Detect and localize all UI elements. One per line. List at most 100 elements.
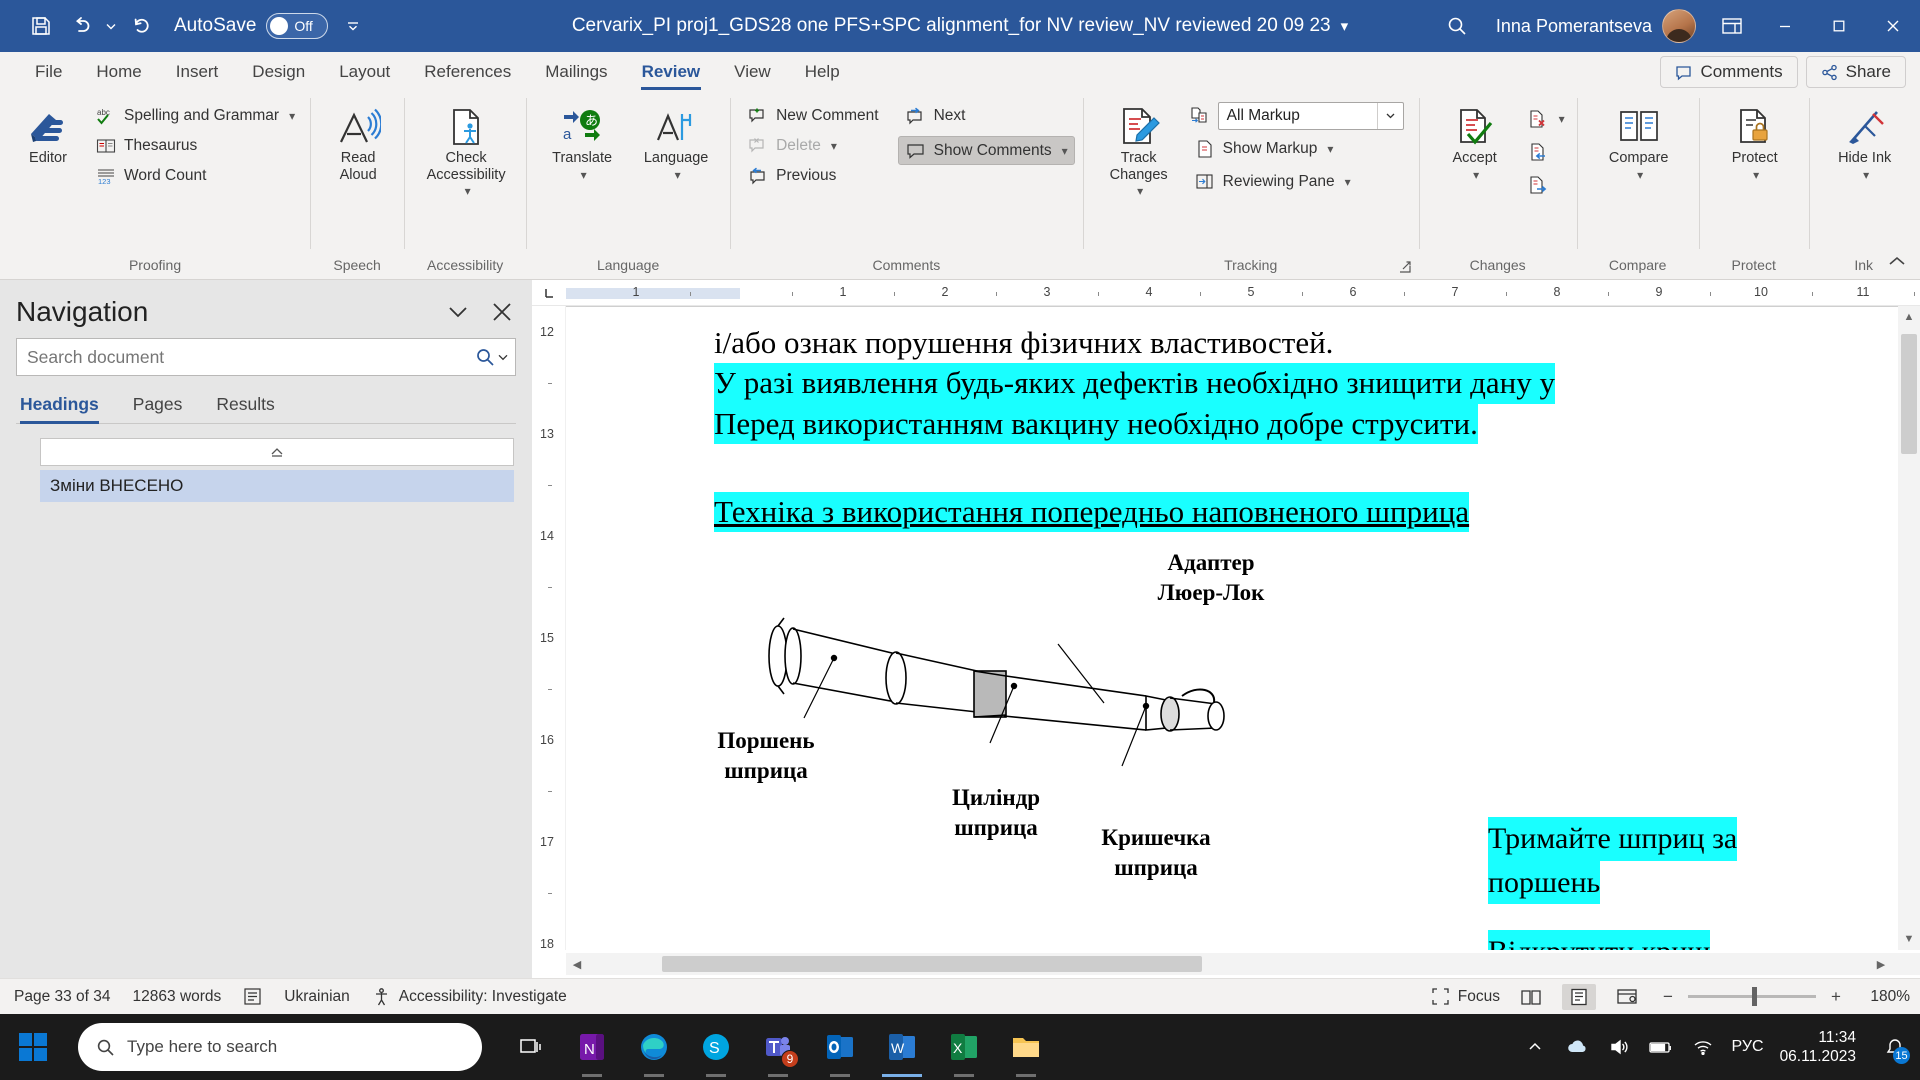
- hide-ink-button[interactable]: Hide Ink ▾: [1819, 98, 1911, 186]
- taskbar-search[interactable]: Type here to search: [78, 1023, 482, 1071]
- search-input[interactable]: [27, 347, 475, 368]
- file-explorer-icon[interactable]: [998, 1017, 1054, 1077]
- excel-icon[interactable]: X: [936, 1017, 992, 1077]
- reviewing-pane-button[interactable]: Reviewing Pane ▾: [1187, 167, 1411, 196]
- vertical-scrollbar[interactable]: ▲ ▼: [1898, 306, 1920, 950]
- skype-icon[interactable]: S: [688, 1017, 744, 1077]
- document-text-block[interactable]: і/або ознак порушення фізичних властивос…: [566, 323, 1898, 532]
- proofing-status[interactable]: [243, 987, 262, 1006]
- undo-dropdown-icon[interactable]: [102, 7, 120, 45]
- account-button[interactable]: Inna Pomerantseva: [1480, 9, 1706, 43]
- scroll-up-icon[interactable]: ▲: [1898, 306, 1920, 328]
- zoom-out-button[interactable]: −: [1658, 987, 1678, 1007]
- ruler-track[interactable]: 1 1 2 3 4 5 6 7 8 9 10 11: [566, 285, 1920, 301]
- read-aloud-button[interactable]: Read Aloud: [320, 98, 396, 187]
- tab-review[interactable]: Review: [625, 54, 718, 90]
- vertical-ruler[interactable]: 12 13 14 15 16 17 18: [532, 306, 566, 950]
- zoom-slider[interactable]: − +: [1658, 987, 1846, 1007]
- scroll-left-icon[interactable]: ◀: [566, 953, 588, 975]
- save-icon[interactable]: [22, 7, 60, 45]
- battery-icon[interactable]: [1648, 1034, 1674, 1060]
- word-count-status[interactable]: 12863 words: [133, 988, 222, 1006]
- edge-icon[interactable]: [626, 1017, 682, 1077]
- navigation-close-icon[interactable]: [488, 298, 516, 326]
- close-button[interactable]: [1866, 0, 1920, 52]
- comments-button[interactable]: Comments: [1660, 56, 1797, 88]
- horizontal-ruler[interactable]: 1 1 2 3 4 5 6 7 8 9 10 11: [532, 280, 1920, 306]
- wifi-icon[interactable]: [1690, 1034, 1716, 1060]
- chevron-down-icon[interactable]: ▾: [1327, 142, 1333, 156]
- nav-tab-pages[interactable]: Pages: [133, 394, 183, 423]
- navigation-options-chevron-icon[interactable]: [444, 298, 472, 326]
- tab-selector-icon[interactable]: [532, 280, 566, 306]
- tab-insert[interactable]: Insert: [159, 54, 236, 90]
- vscroll-track[interactable]: [1898, 328, 1920, 928]
- title-chevron-down-icon[interactable]: ▾: [1341, 17, 1349, 35]
- language-status[interactable]: Ukrainian: [284, 988, 349, 1006]
- clock[interactable]: 11:34 06.11.2023: [1780, 1028, 1860, 1067]
- nav-heading-item[interactable]: Зміни ВНЕСЕНО: [40, 470, 514, 502]
- horizontal-scrollbar[interactable]: ◀ ▶: [566, 953, 1920, 975]
- minimize-button[interactable]: [1758, 0, 1812, 52]
- chevron-down-icon[interactable]: ▾: [1137, 185, 1143, 199]
- onedrive-icon[interactable]: [1564, 1034, 1590, 1060]
- tab-file[interactable]: File: [18, 54, 79, 90]
- chevron-down-icon[interactable]: ▾: [1345, 175, 1351, 189]
- language-button[interactable]: Language ▾: [630, 98, 722, 186]
- tab-view[interactable]: View: [717, 54, 788, 90]
- chevron-down-icon[interactable]: ▾: [1863, 169, 1869, 183]
- collapse-ribbon-icon[interactable]: [1884, 251, 1910, 273]
- thesaurus-button[interactable]: Thesaurus: [88, 131, 302, 160]
- show-markup-button[interactable]: Show Markup ▾: [1187, 134, 1411, 163]
- next-comment-button[interactable]: Next: [898, 101, 1075, 130]
- delete-comment-button[interactable]: Delete ▾: [740, 131, 886, 160]
- show-comments-button[interactable]: Show Comments ▾: [898, 136, 1075, 165]
- tab-design[interactable]: Design: [235, 54, 322, 90]
- word-icon[interactable]: W: [874, 1017, 930, 1077]
- reject-button[interactable]: ▾: [1523, 104, 1569, 133]
- chevron-down-icon[interactable]: ▾: [581, 169, 587, 183]
- page-number-status[interactable]: Page 33 of 34: [14, 988, 111, 1006]
- previous-change-button[interactable]: [1523, 137, 1569, 166]
- zoom-knob[interactable]: [1752, 987, 1757, 1006]
- markup-display-combo[interactable]: All Markup: [1218, 102, 1404, 130]
- document-page[interactable]: і/або ознак порушення фізичних властивос…: [566, 306, 1898, 950]
- navigation-search[interactable]: [16, 338, 516, 376]
- translate-button[interactable]: a あ Translate ▾: [536, 98, 628, 186]
- track-changes-button[interactable]: Track Changes ▾: [1093, 98, 1185, 203]
- tab-layout[interactable]: Layout: [322, 54, 407, 90]
- ribbon-display-options-icon[interactable]: [1706, 3, 1758, 49]
- undo-icon[interactable]: [62, 7, 100, 45]
- spelling-and-grammar-button[interactable]: abc Spelling and Grammar ▾: [88, 101, 302, 130]
- tracking-dialog-launcher[interactable]: [1397, 259, 1413, 275]
- tab-references[interactable]: References: [407, 54, 528, 90]
- chevron-down-icon[interactable]: [1377, 103, 1403, 129]
- nav-heading-blank[interactable]: [40, 438, 514, 466]
- chevron-down-icon[interactable]: ▾: [1753, 169, 1759, 183]
- comment-text-column[interactable]: Тримайте шприц за поршень Відкрутити кри…: [1488, 817, 1898, 950]
- nav-tab-results[interactable]: Results: [216, 394, 274, 423]
- teams-icon[interactable]: 9: [750, 1017, 806, 1077]
- customize-qat-icon[interactable]: [336, 9, 370, 43]
- accept-button[interactable]: Accept ▾: [1429, 98, 1521, 186]
- chevron-down-icon[interactable]: ▾: [289, 109, 295, 123]
- scroll-down-icon[interactable]: ▼: [1898, 928, 1920, 950]
- read-mode-button[interactable]: [1514, 984, 1548, 1010]
- previous-comment-button[interactable]: Previous: [740, 161, 886, 190]
- volume-icon[interactable]: [1606, 1034, 1632, 1060]
- chevron-down-icon[interactable]: ▾: [465, 185, 471, 199]
- chevron-down-icon[interactable]: ▾: [1559, 112, 1565, 126]
- search-icon[interactable]: [475, 347, 509, 367]
- nav-tab-headings[interactable]: Headings: [20, 394, 99, 423]
- zoom-level[interactable]: 180%: [1860, 988, 1910, 1006]
- accessibility-status[interactable]: Accessibility: Investigate: [372, 987, 567, 1006]
- hscroll-thumb[interactable]: [662, 956, 1202, 972]
- zoom-in-button[interactable]: +: [1826, 987, 1846, 1007]
- protect-button[interactable]: Protect ▾: [1709, 98, 1801, 186]
- tab-home[interactable]: Home: [79, 54, 158, 90]
- tab-mailings[interactable]: Mailings: [528, 54, 624, 90]
- chevron-down-icon[interactable]: ▾: [1637, 169, 1643, 183]
- new-comment-button[interactable]: New Comment: [740, 101, 886, 130]
- language-indicator[interactable]: РУС: [1732, 1038, 1764, 1056]
- tab-help[interactable]: Help: [788, 54, 857, 90]
